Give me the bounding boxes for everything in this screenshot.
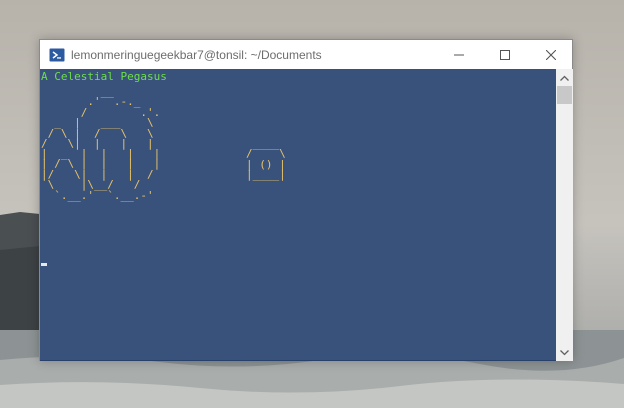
text-cursor xyxy=(41,263,47,266)
scroll-down-button[interactable] xyxy=(556,344,573,361)
terminal-window: lemonmeringuegeekbar7@tonsil: ~/Document… xyxy=(39,39,573,361)
close-icon xyxy=(546,49,556,60)
ascii-art-lower: | _ | | | | | / \ | | | | |/ \| | | / \ … xyxy=(41,147,161,202)
ascii-art-moon: ____ / \ | () | |____| xyxy=(246,137,286,182)
maximize-button[interactable] xyxy=(482,40,528,69)
chevron-up-icon xyxy=(560,75,569,81)
scroll-up-button[interactable] xyxy=(556,69,573,86)
chevron-down-icon xyxy=(560,349,569,355)
close-button[interactable] xyxy=(528,40,574,69)
title-bar[interactable]: lemonmeringuegeekbar7@tonsil: ~/Document… xyxy=(40,40,572,69)
minimize-icon xyxy=(454,54,464,55)
powershell-icon xyxy=(49,48,65,61)
scroll-thumb[interactable] xyxy=(557,86,572,104)
maximize-icon xyxy=(500,49,510,60)
console-output[interactable]: A Celestial Pegasus __ .' .-._ / .'. _ |… xyxy=(40,69,556,361)
vertical-scrollbar[interactable] xyxy=(556,69,573,361)
window-title: lemonmeringuegeekbar7@tonsil: ~/Document… xyxy=(71,47,322,62)
console-heading: A Celestial Pegasus xyxy=(41,70,167,83)
ascii-art-upper: __ .' .-._ / .'. _ | ___ \ / \ | / \ \ /… xyxy=(41,85,161,151)
minimize-button[interactable] xyxy=(436,40,482,69)
